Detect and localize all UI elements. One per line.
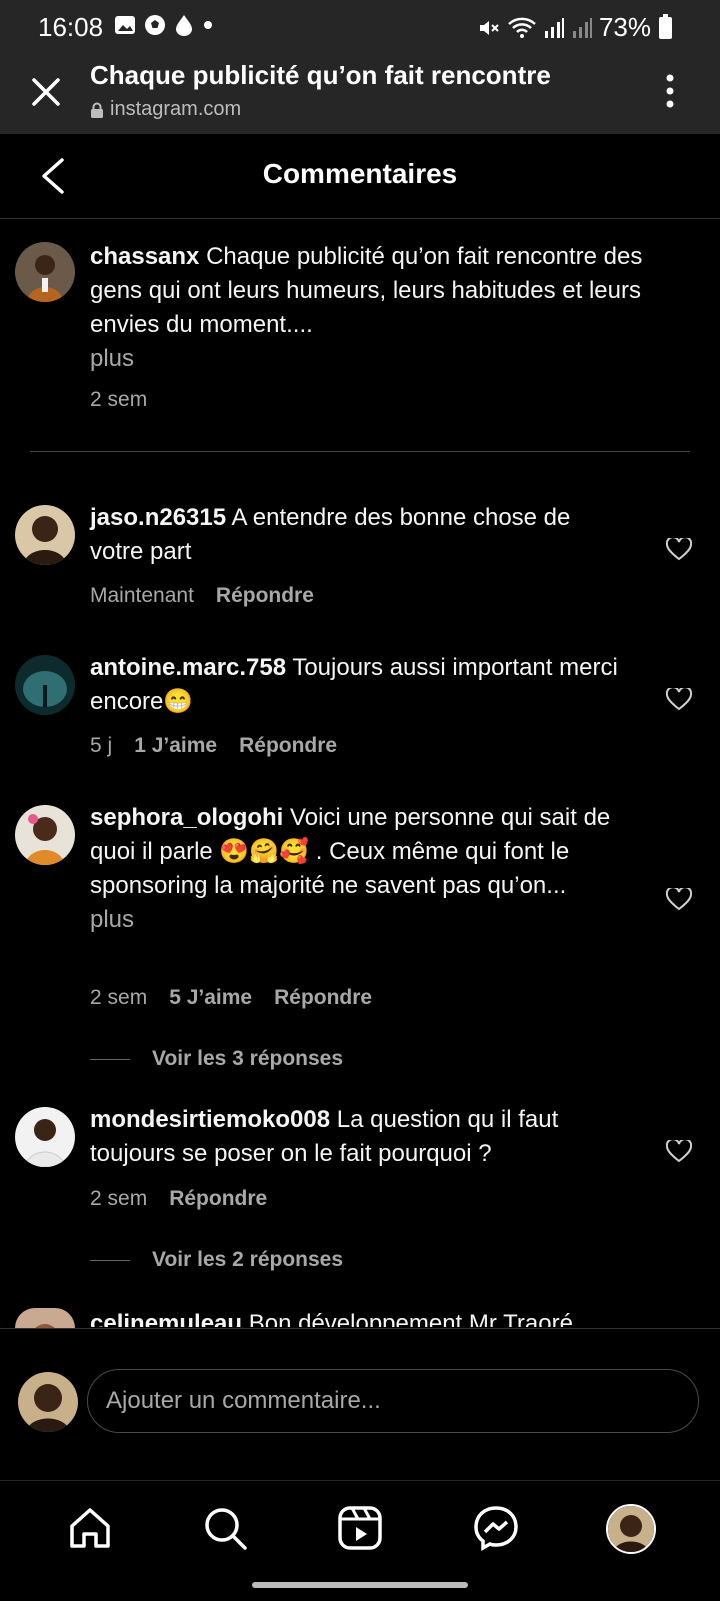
more-options-icon[interactable] [662,72,678,110]
comment-text: jaso.n26315 A entendre des bonne chose d… [90,501,630,569]
comment-meta: Maintenant Répondre [90,584,314,608]
reply-button[interactable]: Répondre [274,986,372,1010]
comment-meta: 5 j 1 J’aime Répondre [90,734,337,758]
heart-icon[interactable] [666,1140,692,1164]
likes-count[interactable]: 1 J’aime [134,734,217,758]
signal-icon-2 [572,17,592,38]
system-status-icons: 73% [477,12,672,43]
heart-icon[interactable] [666,688,692,712]
comment-meta: 2 sem Répondre [90,1187,267,1211]
dot-icon [204,21,212,29]
timestamp: 2 sem [90,1187,148,1210]
likes-count[interactable]: 5 J’aime [169,986,252,1010]
timestamp: 5 j [90,734,113,757]
battery-icon [659,13,672,39]
profile-avatar[interactable] [606,1504,656,1554]
reply-button[interactable]: Répondre [239,734,337,758]
page-title: Chaque publicité qu’on fait rencontre [90,60,551,90]
drop-icon [176,15,192,36]
comment-input[interactable] [87,1369,699,1433]
view-replies-button[interactable]: Voir les 3 réponses [90,1047,343,1071]
reply-button[interactable]: Répondre [169,1187,267,1211]
username[interactable]: celinemuleau [90,1310,242,1327]
replies-line [90,1058,130,1060]
home-indicator[interactable] [252,1582,468,1588]
avatar[interactable] [15,1308,75,1328]
reels-icon[interactable] [336,1504,384,1552]
battery-percent: 73% [598,12,651,42]
username[interactable]: sephora_ologohi [90,804,283,831]
view-replies-label[interactable]: Voir les 3 réponses [152,1047,343,1071]
wifi-icon [508,17,536,38]
heart-icon[interactable] [666,888,692,912]
divider [30,451,690,452]
home-icon[interactable] [66,1504,114,1552]
username[interactable]: jaso.n26315 [90,504,226,531]
comment-body: Bon développement Mr Traoré [248,1310,573,1327]
url-text: instagram.com [110,98,242,120]
avatar[interactable] [15,805,75,865]
search-icon[interactable] [201,1504,249,1552]
more-link[interactable]: plus [90,345,134,372]
avatar[interactable] [15,1107,75,1167]
composer-divider [0,1328,720,1329]
comment-text: mondesirtiemoko008 La question qu il fau… [90,1103,630,1171]
gallery-icon [115,16,135,34]
caption-text: chassanx Chaque publicité qu’on fait ren… [90,240,688,376]
current-user-avatar [18,1372,78,1432]
heart-icon[interactable] [666,538,692,562]
soccer-ball-icon [145,15,165,35]
header-title: Commentaires [262,158,458,189]
lock-icon [91,102,103,118]
username[interactable]: antoine.marc.758 [90,654,286,681]
comment-meta: 2 sem 5 J’aime Répondre [90,986,372,1010]
page-url: instagram.com [90,98,241,121]
username[interactable]: mondesirtiemoko008 [90,1106,330,1133]
avatar[interactable] [15,242,75,302]
avatar[interactable] [15,505,75,565]
caption-meta: 2 sem [90,388,147,412]
status-time: 16:08 [38,12,104,42]
signal-icon [544,17,564,38]
timestamp: Maintenant [90,584,194,607]
close-icon[interactable] [24,70,68,114]
view-replies-button[interactable]: Voir les 2 réponses [90,1248,343,1272]
view-replies-label[interactable]: Voir les 2 réponses [152,1248,343,1272]
mute-icon [479,20,499,35]
more-link[interactable]: plus [90,906,134,933]
comment-text: celinemuleau Bon développement Mr Traoré [90,1307,573,1327]
timestamp: 2 sem [90,388,148,411]
comment-text: sephora_ologohi Voici une personne qui s… [90,801,630,937]
messenger-icon[interactable] [472,1504,520,1552]
username[interactable]: chassanx [90,243,199,270]
replies-line [90,1259,130,1261]
reply-button[interactable]: Répondre [216,584,314,608]
notification-icons [114,14,214,36]
comment-text: antoine.marc.758 Toujours aussi importan… [90,651,630,719]
avatar[interactable] [15,655,75,715]
timestamp: 2 sem [90,986,148,1009]
